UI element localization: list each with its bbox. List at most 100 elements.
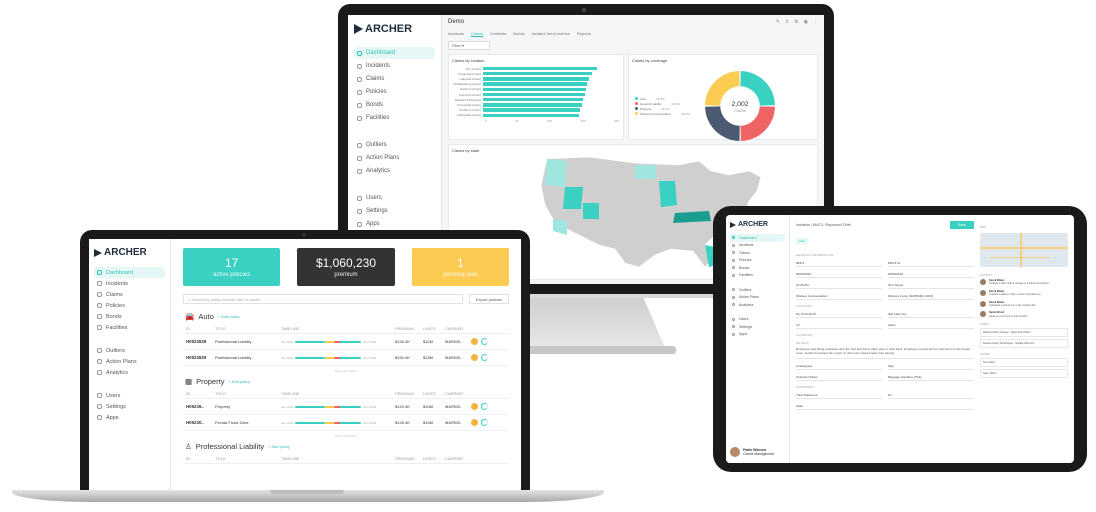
export-policies-button[interactable]: Export policies [468, 294, 509, 304]
status-dot-icon[interactable] [471, 419, 478, 426]
filter-dropdown[interactable]: Filter ▾ [448, 41, 490, 50]
sidebar-item-settings[interactable]: Settings [730, 323, 785, 331]
state-region[interactable] [563, 187, 583, 209]
sidebar-item-bonds[interactable]: Bonds [730, 264, 785, 272]
form-field[interactable]: SLC Airport [888, 281, 974, 289]
sidebar-item-apps[interactable]: Apps [354, 218, 435, 230]
bar[interactable] [483, 113, 579, 117]
task-item[interactable]: Review Claim Change - Raymond O'Neil [980, 328, 1068, 338]
settings-icon[interactable]: ⚙ [794, 19, 798, 29]
column-header[interactable]: ID [183, 391, 215, 396]
bar[interactable] [483, 98, 584, 102]
user-profile[interactable]: Pablo Winnow Claims Management [730, 447, 774, 457]
sidebar-item-incidents[interactable]: Incidents [730, 242, 785, 250]
sidebar-item-users[interactable]: Users [94, 390, 165, 401]
column-header[interactable]: PREMIUM [395, 326, 423, 331]
sidebar-item-dashboard[interactable]: Dashboard [94, 267, 165, 278]
sidebar-item-analytics[interactable]: Analytics [730, 301, 785, 309]
column-header[interactable]: TIMELINE [281, 326, 395, 331]
sidebar-item-facilities[interactable]: Facilities [354, 112, 435, 124]
form-field[interactable]: UT [796, 321, 882, 329]
state-region[interactable] [635, 165, 657, 179]
sidebar-item-facilities[interactable]: Facilities [94, 322, 165, 333]
incident-description[interactable]: Employee was lifting suitcases onto the … [796, 347, 974, 359]
table-row[interactable]: H0523628 Professional Liability Jan 2019 De… [183, 334, 509, 350]
archer-logo[interactable]: ARCHER [94, 247, 165, 258]
column-header[interactable]: PREMIUM [395, 391, 423, 396]
column-header[interactable]: PREMIUM [395, 456, 423, 461]
sidebar-item-incidents[interactable]: Incidents [94, 278, 165, 289]
tab-2[interactable]: Incidents [490, 31, 506, 37]
sidebar-item-policies[interactable]: Policies [94, 300, 165, 311]
column-header[interactable]: LIMITS [423, 391, 445, 396]
form-field[interactable]: State [796, 402, 974, 410]
sidebar-item-incidents[interactable]: Incidents [354, 60, 435, 72]
sidebar-item-bonds[interactable]: Bonds [94, 311, 165, 322]
form-field[interactable]: 06/06/2019 [888, 270, 974, 278]
sidebar-item-outliers[interactable]: Outliers [354, 139, 435, 151]
form-field[interactable]: 89473 [796, 259, 882, 267]
share-icon[interactable]: ⇪ [785, 19, 789, 29]
sidebar-item-users[interactable]: Users [730, 316, 785, 324]
form-field[interactable]: Third Statement [796, 391, 882, 399]
form-field[interactable]: No Terminal ID [796, 310, 882, 318]
location-map[interactable] [980, 233, 1068, 267]
state-region[interactable] [583, 203, 599, 219]
sidebar-item-apps[interactable]: Apps [94, 412, 165, 423]
column-header[interactable]: ID [183, 456, 215, 461]
state-region[interactable] [673, 211, 711, 223]
status-dot-icon[interactable] [471, 354, 478, 361]
sidebar-item-bonds[interactable]: Bonds [354, 99, 435, 111]
sidebar-item-action-plans[interactable]: Action Plans [94, 356, 165, 367]
sidebar-item-claims[interactable]: Claims [354, 73, 435, 85]
sidebar-item-analytics[interactable]: Analytics [354, 165, 435, 177]
archer-logo[interactable]: ARCHER [354, 23, 435, 35]
archer-logo[interactable]: ARCHER [730, 221, 785, 228]
bar[interactable] [483, 77, 590, 81]
form-field[interactable]: No [888, 391, 974, 399]
sidebar-item-settings[interactable]: Settings [94, 401, 165, 412]
form-field[interactable]: Cities [888, 321, 974, 329]
tab-4[interactable]: Incident trend metrics [532, 31, 570, 37]
sidebar-item-settings[interactable]: Settings [354, 205, 435, 217]
form-field[interactable]: Unassigned [796, 362, 882, 370]
policy-search-input[interactable]: ⌕ Search by policy number, title or carr… [183, 294, 463, 304]
active-policies-card[interactable]: 17 active policies [183, 248, 281, 286]
form-field[interactable]: 06/06/2019 [796, 270, 882, 278]
form-field[interactable]: 10:45 AM [796, 281, 882, 289]
add-policy-button[interactable]: + Add policy [228, 379, 250, 384]
edit-icon[interactable]: ✎ [776, 19, 780, 29]
sidebar-item-action-plans[interactable]: Action Plans [730, 294, 785, 302]
save-button[interactable]: Save [950, 221, 974, 229]
sidebar-item-claims[interactable]: Claims [94, 289, 165, 300]
form-field[interactable]: Sign [888, 362, 974, 370]
bar[interactable] [483, 66, 598, 71]
sidebar-item-policies[interactable]: Policies [730, 257, 785, 265]
table-row[interactable]: H05236.. Property Jan 2019 Dec 2019 $120.4K $… [183, 399, 509, 415]
tab-5[interactable]: Reports [577, 31, 591, 37]
bar[interactable] [483, 72, 593, 76]
status-dot-icon[interactable] [471, 403, 478, 410]
column-header[interactable]: TITLE [215, 456, 281, 461]
column-header[interactable]: TIMELINE [281, 456, 395, 461]
column-header[interactable]: CARRIER [445, 391, 471, 396]
type-chip[interactable]: Auto [796, 238, 808, 244]
form-field[interactable]: Salt Lake City [888, 310, 974, 318]
sidebar-item-claims[interactable]: Claims [730, 249, 785, 257]
column-header[interactable]: TITLE [215, 326, 281, 331]
sidebar-item-dashboard[interactable]: Dashboard [354, 47, 435, 59]
sidebar-item-dashboard[interactable]: Dashboard [730, 234, 785, 242]
state-region[interactable] [545, 159, 567, 187]
premium-card[interactable]: $1,060,230 premium [297, 248, 395, 286]
show-all-link[interactable]: Show all policies [183, 434, 509, 438]
bar[interactable] [483, 82, 587, 86]
notification-icon[interactable]: ◉ [804, 19, 808, 29]
column-header[interactable]: ID [183, 326, 215, 331]
table-row[interactable]: H0523629 Professional Liability Jan 2019 De… [183, 350, 509, 366]
status-dot-icon[interactable] [471, 338, 478, 345]
show-all-link[interactable]: Show all policies [183, 369, 509, 373]
state-region[interactable] [659, 181, 677, 207]
sidebar-item-analytics[interactable]: Analytics [94, 367, 165, 378]
tab-1[interactable]: Claims [471, 31, 484, 37]
column-header[interactable]: TITLE [215, 391, 281, 396]
